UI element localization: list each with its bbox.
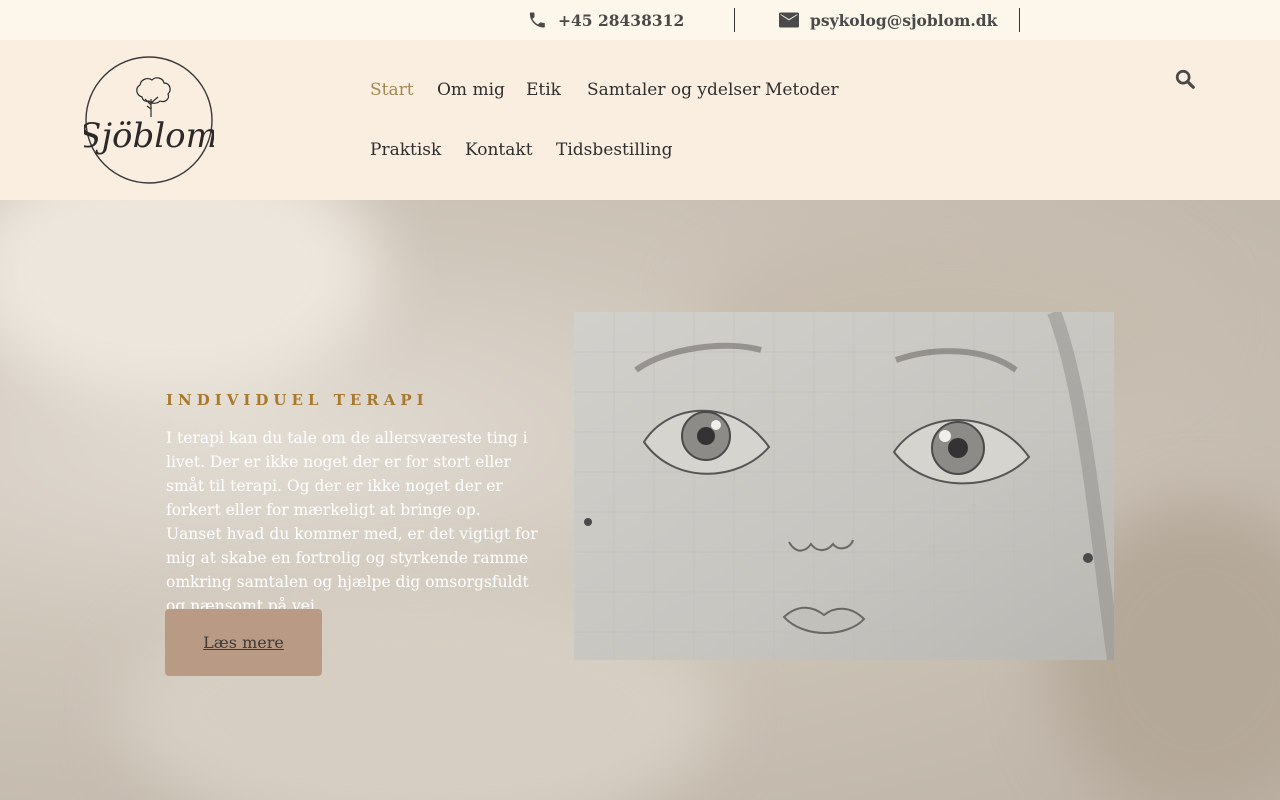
read-more-button[interactable]: Læs mere	[165, 609, 322, 676]
hero-section: INDIVIDUEL TERAPI I terapi kan du tale o…	[0, 200, 1280, 800]
nav-praktisk[interactable]: Praktisk	[370, 140, 441, 160]
pencil-sketch-image	[574, 312, 1114, 660]
tree-icon	[136, 77, 171, 117]
email-address: psykolog@sjoblom.dk	[810, 10, 998, 30]
phone-number: +45 28438312	[558, 10, 685, 30]
phone-icon	[526, 9, 548, 31]
nav-metoder[interactable]: Metoder	[765, 80, 839, 100]
phone-link[interactable]: +45 28438312	[526, 0, 684, 40]
site-header: Sjöblom Start Om mig Etik Samtaler og yd…	[0, 40, 1280, 200]
envelope-icon	[778, 9, 800, 31]
hero-title: INDIVIDUEL TERAPI	[166, 391, 429, 409]
nav-samtaler-og-ydelser[interactable]: Samtaler og ydelser	[587, 80, 760, 100]
hero-text: I terapi kan du tale om de allersværeste…	[166, 429, 538, 615]
divider	[734, 8, 735, 32]
nav-kontakt[interactable]: Kontakt	[465, 140, 533, 160]
search-icon[interactable]	[1174, 68, 1198, 92]
divider	[1019, 8, 1020, 32]
email-link[interactable]: psykolog@sjoblom.dk	[778, 0, 997, 40]
nav-om-mig[interactable]: Om mig	[437, 80, 505, 100]
logo-text: Sjöblom	[84, 116, 214, 156]
nav-etik[interactable]: Etik	[526, 80, 561, 100]
site-logo[interactable]: Sjöblom	[78, 55, 218, 185]
nav-tidsbestilling[interactable]: Tidsbestilling	[556, 140, 672, 160]
contact-bar: +45 28438312 psykolog@sjoblom.dk	[0, 0, 1280, 40]
background-blur	[0, 200, 380, 400]
nav-start[interactable]: Start	[370, 80, 414, 100]
